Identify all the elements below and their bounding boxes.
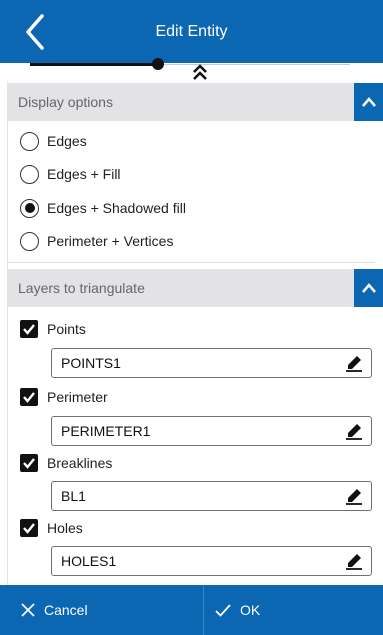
radio-button-selected[interactable] [20,198,39,218]
radio-button[interactable] [20,164,39,184]
layer-field-points[interactable]: POINTS1 [51,348,372,378]
radio-option-edges-shadowed-fill[interactable]: Edges + Shadowed fill [20,197,186,219]
layer-value: BL1 [61,488,86,504]
display-options-collapse-button[interactable] [354,83,383,121]
layer-value: POINTS1 [61,355,121,371]
checkbox-label: Perimeter [47,389,108,405]
layer-field-holes[interactable]: HOLES1 [51,546,372,576]
radio-label: Edges + Shadowed fill [47,200,186,216]
chevron-up-icon [361,283,376,293]
page-title: Edit Entity [155,22,228,40]
layer-value: HOLES1 [61,553,117,569]
edit-layer-button[interactable] [343,352,365,374]
footer-bar: Cancel OK [0,585,383,635]
checkbox-label: Breaklines [47,455,113,471]
layer-checkbox-breaklines[interactable]: Breaklines [20,452,112,474]
double-chevron-up-icon [193,64,207,80]
cancel-label: Cancel [44,602,88,618]
collapse-panel-button[interactable] [191,63,209,81]
checkmark-icon [215,604,231,617]
checkbox-checked[interactable] [20,388,38,406]
back-button[interactable] [22,12,52,52]
checkmark-icon [23,392,35,403]
slider-track-filled [30,63,160,66]
slider-track-empty [160,64,350,65]
radio-option-edges[interactable]: Edges [20,130,87,152]
checkbox-label: Points [47,321,86,337]
checkmark-icon [23,324,35,335]
ok-label: OK [240,602,261,618]
header-bar: Edit Entity [0,0,383,63]
checkbox-checked[interactable] [20,454,38,472]
layer-checkbox-perimeter[interactable]: Perimeter [20,386,108,408]
checkmark-icon [23,523,35,534]
radio-label: Edges + Fill [47,166,121,182]
layer-checkbox-points[interactable]: Points [20,318,86,340]
edit-layer-button[interactable] [343,550,365,572]
section-title: Layers to triangulate [18,280,145,296]
checkbox-checked[interactable] [20,519,38,537]
pencil-icon [346,489,362,505]
radio-button[interactable] [20,131,39,151]
zoom-slider-row [0,58,383,81]
pencil-icon [346,424,362,440]
slider-thumb[interactable] [152,58,164,70]
radio-option-edges-fill[interactable]: Edges + Fill [20,163,121,185]
layers-header: Layers to triangulate [8,269,383,307]
left-rule [7,81,8,585]
checkbox-checked[interactable] [20,320,38,338]
layer-field-perimeter[interactable]: PERIMETER1 [51,416,372,446]
layer-field-breaklines[interactable]: BL1 [51,481,372,511]
radio-label: Edges [47,133,87,149]
checkbox-label: Holes [47,520,83,536]
radio-button[interactable] [20,231,39,251]
layers-collapse-button[interactable] [354,269,383,307]
chevron-left-icon [26,14,44,50]
layer-checkbox-holes[interactable]: Holes [20,517,83,539]
checkmark-icon [23,458,35,469]
layer-value: PERIMETER1 [61,423,151,439]
ok-button[interactable]: OK [204,585,383,635]
edit-layer-button[interactable] [343,485,365,507]
section-title: Display options [18,94,113,110]
pencil-icon [346,554,362,570]
cancel-button[interactable]: Cancel [0,585,204,635]
radio-selected-dot [24,203,35,213]
display-options-header: Display options [8,83,383,121]
radio-option-perimeter-vertices[interactable]: Perimeter + Vertices [20,230,173,252]
edit-layer-button[interactable] [343,420,365,442]
pencil-icon [346,356,362,372]
x-icon [21,603,35,617]
radio-label: Perimeter + Vertices [47,233,174,249]
chevron-up-icon [361,97,376,107]
divider [8,262,375,263]
